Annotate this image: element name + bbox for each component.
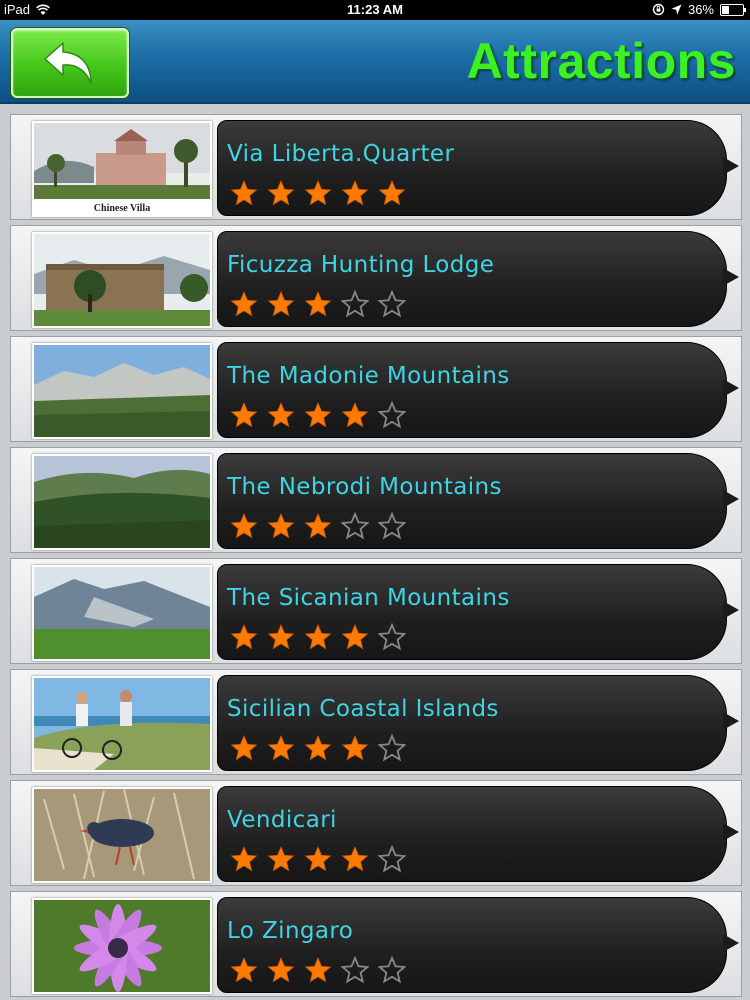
back-button[interactable]: [11, 28, 129, 98]
star-filled-icon: [304, 401, 332, 428]
star-filled-icon: [341, 734, 369, 761]
attraction-row[interactable]: Lo Zingaro: [10, 891, 742, 997]
battery-percent: 36%: [687, 2, 714, 17]
star-filled-icon: [378, 179, 406, 206]
attraction-name: Lo Zingaro: [227, 918, 354, 944]
attraction-thumbnail: [32, 343, 212, 439]
star-rating: [230, 401, 406, 429]
star-filled-icon: [304, 956, 332, 983]
nav-bar: Attractions: [0, 20, 750, 104]
star-empty-icon: [378, 401, 406, 429]
back-arrow-icon: [44, 42, 92, 84]
star-filled-icon: [341, 401, 369, 428]
attractions-list: Chinese Villa Via Liberta.Quarter Ficuzza…: [0, 104, 750, 1000]
star-rating: [230, 179, 406, 207]
star-filled-icon: [267, 179, 295, 206]
star-filled-icon: [304, 623, 332, 650]
star-filled-icon: [267, 512, 295, 539]
attraction-thumbnail: [32, 787, 212, 883]
attraction-info-bubble[interactable]: Vendicari: [217, 786, 739, 882]
attraction-name: Vendicari: [227, 807, 337, 833]
attraction-name: Ficuzza Hunting Lodge: [227, 252, 495, 278]
thumbnail-caption: Chinese Villa: [93, 203, 151, 214]
status-bar: iPad 11:23 AM 36%: [0, 0, 750, 20]
star-filled-icon: [267, 734, 295, 761]
star-rating: [230, 845, 406, 873]
attraction-info-bubble[interactable]: The Nebrodi Mountains: [217, 453, 739, 549]
attraction-thumbnail: [32, 454, 212, 550]
attraction-info-bubble[interactable]: Via Liberta.Quarter: [217, 120, 739, 216]
attraction-thumbnail: Chinese Villa: [32, 121, 212, 217]
star-empty-icon: [378, 734, 406, 762]
attraction-name: Via Liberta.Quarter: [227, 141, 455, 167]
star-filled-icon: [304, 290, 332, 317]
star-filled-icon: [267, 845, 295, 872]
star-empty-icon: [341, 956, 369, 984]
attraction-info-bubble[interactable]: The Madonie Mountains: [217, 342, 739, 438]
star-empty-icon: [378, 290, 406, 318]
attraction-name: Sicilian Coastal Islands: [227, 696, 499, 722]
attraction-name: The Madonie Mountains: [227, 363, 510, 389]
star-filled-icon: [230, 623, 258, 650]
attraction-row[interactable]: The Nebrodi Mountains: [10, 447, 742, 553]
star-rating: [230, 956, 406, 984]
star-empty-icon: [341, 512, 369, 540]
attraction-row[interactable]: Ficuzza Hunting Lodge: [10, 225, 742, 331]
attraction-info-bubble[interactable]: Sicilian Coastal Islands: [217, 675, 739, 771]
star-filled-icon: [267, 290, 295, 317]
star-filled-icon: [341, 623, 369, 650]
star-filled-icon: [267, 956, 295, 983]
attraction-row[interactable]: The Madonie Mountains: [10, 336, 742, 442]
star-filled-icon: [267, 401, 295, 428]
star-filled-icon: [304, 734, 332, 761]
star-empty-icon: [341, 290, 369, 318]
attraction-row[interactable]: Sicilian Coastal Islands: [10, 669, 742, 775]
star-filled-icon: [230, 956, 258, 983]
star-filled-icon: [341, 179, 369, 206]
attraction-info-bubble[interactable]: The Sicanian Mountains: [217, 564, 739, 660]
star-filled-icon: [230, 845, 258, 872]
star-filled-icon: [230, 401, 258, 428]
star-filled-icon: [267, 623, 295, 650]
rotation-lock-icon: [652, 3, 665, 16]
star-rating: [230, 290, 406, 318]
page-title: Attractions: [466, 33, 736, 89]
attraction-row[interactable]: Vendicari: [10, 780, 742, 886]
star-filled-icon: [341, 845, 369, 872]
attraction-name: The Nebrodi Mountains: [227, 474, 502, 500]
star-filled-icon: [230, 512, 258, 539]
star-filled-icon: [230, 290, 258, 317]
clock: 11:23 AM: [347, 2, 403, 17]
location-arrow-icon: [671, 4, 682, 15]
attraction-thumbnail: [32, 565, 212, 661]
attraction-row[interactable]: Chinese Villa Via Liberta.Quarter: [10, 114, 742, 220]
star-empty-icon: [378, 845, 406, 873]
star-filled-icon: [230, 734, 258, 761]
attraction-info-bubble[interactable]: Lo Zingaro: [217, 897, 739, 993]
attraction-name: The Sicanian Mountains: [227, 585, 510, 611]
star-empty-icon: [378, 623, 406, 651]
star-filled-icon: [304, 179, 332, 206]
battery-icon: [720, 3, 746, 16]
star-filled-icon: [304, 512, 332, 539]
star-filled-icon: [230, 179, 258, 206]
attraction-thumbnail: [32, 676, 212, 772]
star-rating: [230, 512, 406, 540]
attraction-thumbnail: [32, 232, 212, 328]
star-rating: [230, 623, 406, 651]
star-filled-icon: [304, 845, 332, 872]
star-empty-icon: [378, 956, 406, 984]
star-empty-icon: [378, 512, 406, 540]
attraction-row[interactable]: The Sicanian Mountains: [10, 558, 742, 664]
attraction-thumbnail: [32, 898, 212, 994]
star-rating: [230, 734, 406, 762]
attraction-info-bubble[interactable]: Ficuzza Hunting Lodge: [217, 231, 739, 327]
